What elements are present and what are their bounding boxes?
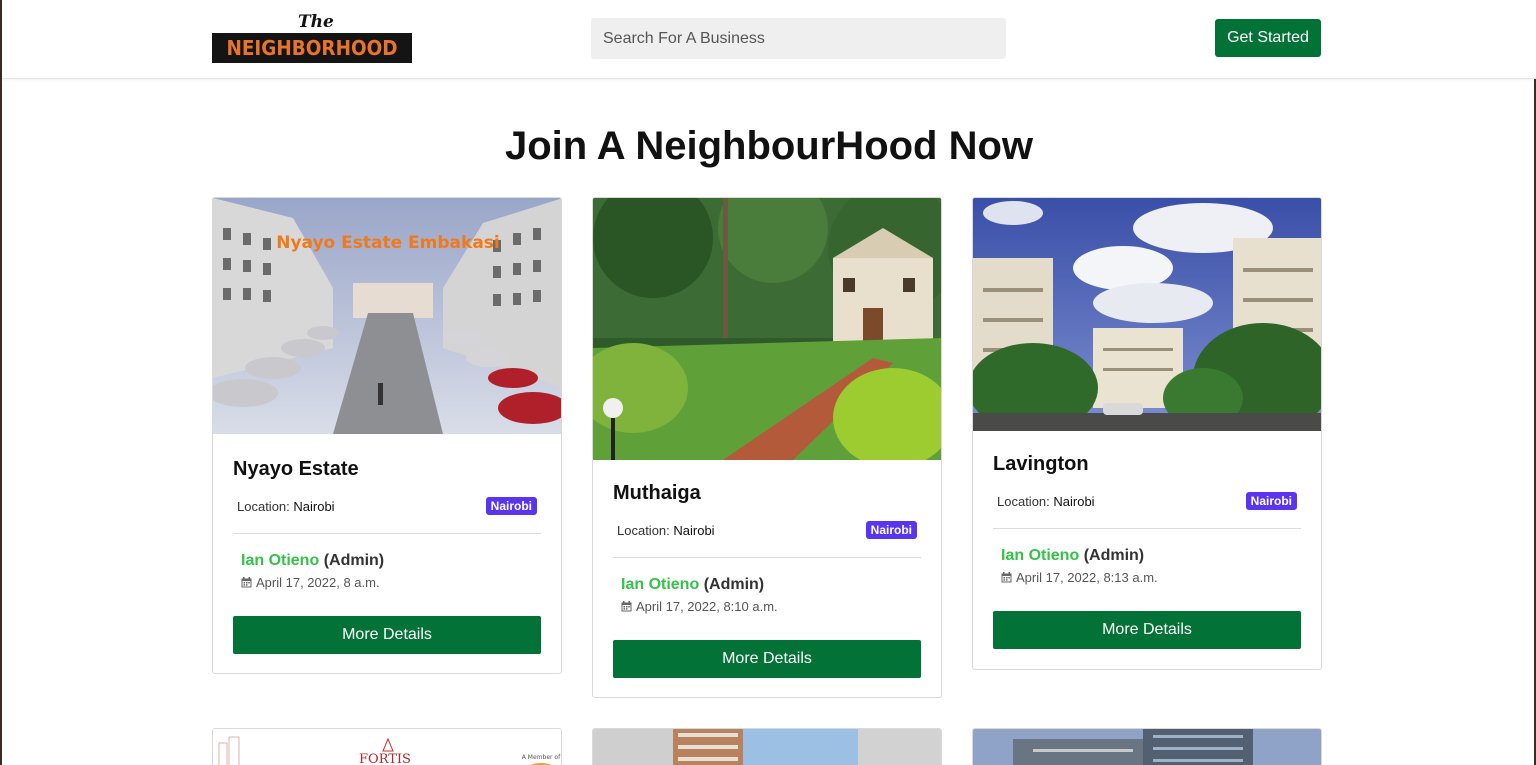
admin-info: Ian Otieno (Admin) April 17, 2022, 8:13 … bbox=[993, 547, 1301, 585]
card-divider bbox=[613, 557, 921, 558]
card-image-nyayo: Nyayo Estate Embakasi bbox=[213, 198, 561, 434]
get-started-button[interactable]: Get Started bbox=[1215, 19, 1321, 57]
admin-info: Ian Otieno (Admin) April 17, 2022, 8:10 … bbox=[613, 576, 921, 614]
page-title: Join A NeighbourHood Now bbox=[504, 124, 1034, 168]
fortis-logo-text: FORTIS bbox=[359, 752, 411, 765]
card-divider bbox=[233, 533, 541, 534]
admin-name-link[interactable]: Ian Otieno bbox=[241, 552, 319, 569]
apartment-photo-2 bbox=[593, 729, 941, 765]
office-building-photo bbox=[973, 729, 1321, 765]
location-label: Location: bbox=[617, 522, 670, 538]
card-title: Lavington bbox=[993, 453, 1089, 475]
neighbourhood-card-nyayo: Nyayo Estate Embakasi Nyayo Estate Locat… bbox=[212, 197, 562, 674]
neighbourhood-card-muthaiga: Muthaiga Location: Nairobi Nairobi Ian O… bbox=[592, 197, 942, 698]
calendar-icon bbox=[241, 577, 252, 588]
location-badge: Nairobi bbox=[865, 521, 917, 539]
created-date: April 17, 2022, 8:13 a.m. bbox=[1001, 570, 1293, 585]
created-date: April 17, 2022, 8 a.m. bbox=[241, 575, 533, 590]
logo-main-text: NEIGHBORHOOD bbox=[226, 36, 398, 60]
svg-text:Nyayo Estate Embakasi: Nyayo Estate Embakasi bbox=[276, 233, 500, 253]
location-label: Location: bbox=[237, 498, 290, 514]
location-row: Location: Nairobi Nairobi bbox=[613, 521, 921, 539]
location-value: Nairobi bbox=[293, 498, 335, 514]
neighbourhood-card-partial-3 bbox=[972, 728, 1322, 765]
card-title: Nyayo Estate bbox=[233, 458, 359, 480]
more-details-button[interactable]: More Details bbox=[233, 616, 541, 654]
card-image-lavington bbox=[973, 198, 1321, 431]
admin-name-link[interactable]: Ian Otieno bbox=[1001, 547, 1079, 564]
created-date-text: April 17, 2022, 8:10 a.m. bbox=[636, 599, 778, 614]
card-divider bbox=[993, 528, 1301, 529]
navbar: The NEIGHBORHOOD Get Started bbox=[2, 0, 1536, 79]
location-value: Nairobi bbox=[673, 522, 715, 538]
calendar-icon bbox=[621, 601, 632, 612]
admin-role: (Admin) bbox=[323, 552, 385, 569]
location-badge: Nairobi bbox=[1245, 492, 1297, 510]
muthaiga-photo bbox=[593, 198, 941, 460]
card-title: Muthaiga bbox=[613, 482, 701, 504]
location-badge: Nairobi bbox=[485, 497, 537, 515]
fortis-photo: FORTIS A Member of bbox=[213, 729, 561, 765]
card-image-muthaiga bbox=[593, 198, 941, 460]
location-text: Location: Nairobi bbox=[237, 499, 335, 514]
created-date-text: April 17, 2022, 8 a.m. bbox=[256, 575, 380, 590]
neighbourhood-card-partial-2 bbox=[592, 728, 942, 765]
lavington-photo bbox=[973, 198, 1321, 431]
site-logo[interactable]: The NEIGHBORHOOD bbox=[212, 12, 412, 63]
search-input[interactable] bbox=[591, 18, 1006, 59]
admin-role: (Admin) bbox=[1083, 547, 1145, 564]
member-of-text: A Member of bbox=[522, 754, 561, 761]
location-label: Location: bbox=[997, 493, 1050, 509]
logo-the-text: The bbox=[298, 12, 334, 32]
neighbourhood-card-lavington: Lavington Location: Nairobi Nairobi Ian … bbox=[972, 197, 1322, 670]
more-details-button[interactable]: More Details bbox=[993, 611, 1301, 649]
admin-role: (Admin) bbox=[703, 576, 765, 593]
created-date: April 17, 2022, 8:10 a.m. bbox=[621, 599, 913, 614]
location-row: Location: Nairobi Nairobi bbox=[993, 492, 1301, 510]
nyayo-estate-photo: Nyayo Estate Embakasi bbox=[213, 198, 561, 434]
more-details-button[interactable]: More Details bbox=[613, 640, 921, 678]
location-row: Location: Nairobi Nairobi bbox=[233, 497, 541, 515]
location-text: Location: Nairobi bbox=[997, 494, 1095, 509]
calendar-icon bbox=[1001, 572, 1012, 583]
logo-banner: NEIGHBORHOOD bbox=[212, 33, 412, 63]
location-value: Nairobi bbox=[1053, 493, 1095, 509]
neighbourhood-card-partial-1: FORTIS A Member of bbox=[212, 728, 562, 765]
admin-info: Ian Otieno (Admin) April 17, 2022, 8 a.m… bbox=[233, 552, 541, 590]
admin-name-link[interactable]: Ian Otieno bbox=[621, 576, 699, 593]
location-text: Location: Nairobi bbox=[617, 523, 715, 538]
created-date-text: April 17, 2022, 8:13 a.m. bbox=[1016, 570, 1158, 585]
